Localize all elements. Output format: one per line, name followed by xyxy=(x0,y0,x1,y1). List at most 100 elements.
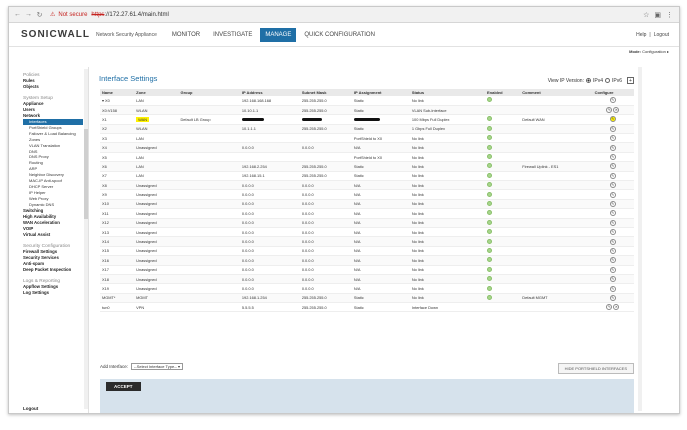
enabled-icon[interactable] xyxy=(486,276,492,282)
table-row[interactable]: X10 Unassigned 0.0.0.0 0.0.0.0 N/A No link ✎ xyxy=(100,199,634,210)
table-row[interactable]: X8 Unassigned 0.0.0.0 0.0.0.0 N/A No link ✎ xyxy=(100,180,634,191)
enabled-icon[interactable] xyxy=(486,182,492,188)
table-row[interactable]: X1 WAN Default LB Group 100 Mbps Full Duple… xyxy=(100,114,634,125)
nav-manage[interactable]: MANAGE xyxy=(260,27,297,42)
table-row[interactable]: X19 Unassigned 0.0.0.0 0.0.0.0 N/A No link ✎ xyxy=(100,283,634,294)
edit-icon[interactable]: ✎ xyxy=(609,144,616,151)
enabled-icon[interactable] xyxy=(486,144,492,150)
table-row[interactable]: X7 LAN 192.168.15.1 255.255.255.0 Static No l… xyxy=(100,171,634,182)
mode-value[interactable]: Configuration ▸ xyxy=(642,49,669,54)
edit-icon[interactable]: ✎ xyxy=(606,107,613,114)
enabled-icon[interactable] xyxy=(486,229,492,235)
edit-icon[interactable]: ✎ xyxy=(609,210,616,217)
forward-icon[interactable]: → xyxy=(24,10,33,19)
menu-icon[interactable]: ⋮ xyxy=(666,11,673,19)
column-header[interactable]: Name xyxy=(100,89,135,96)
table-row[interactable]: X4 Unassigned 0.0.0.0 0.0.0.0 N/A No link ✎ xyxy=(100,142,634,153)
edit-icon[interactable]: ✎ xyxy=(609,125,616,132)
table-row[interactable]: X6 LAN 192.168.2.254 255.255.255.0 Static No … xyxy=(100,161,634,172)
back-icon[interactable]: ← xyxy=(13,10,22,19)
edit-icon[interactable]: ✎ xyxy=(606,304,613,311)
table-row[interactable]: X5 LAN PortShield to X0 No link ✎ xyxy=(100,152,634,163)
enabled-icon[interactable] xyxy=(486,247,492,253)
edit-icon[interactable]: ✎ xyxy=(609,266,616,273)
column-header[interactable]: Enabled xyxy=(484,89,521,96)
enabled-icon[interactable] xyxy=(486,97,492,103)
help-link[interactable]: Help xyxy=(636,32,646,38)
url-path[interactable]: ://172.27.61.4/main.html xyxy=(104,12,168,18)
enabled-icon[interactable] xyxy=(486,135,492,141)
nav-monitor[interactable]: MONITOR xyxy=(167,28,205,42)
sidebar-scroll-thumb[interactable] xyxy=(84,129,88,219)
interface-type-select[interactable]: --Select Interface Type-- ▾ xyxy=(131,363,183,370)
edit-icon[interactable]: ✎ xyxy=(609,219,616,226)
edit-icon[interactable]: ✎ xyxy=(609,200,616,207)
column-header[interactable]: IP Address xyxy=(239,89,300,96)
table-row[interactable]: X2 WLAN 10.1.1.1 255.255.255.0 Static 1 Gbps … xyxy=(100,124,634,135)
table-row[interactable]: X17 Unassigned 0.0.0.0 0.0.0.0 N/A No link ✎ xyxy=(100,265,634,275)
edit-icon[interactable]: ✎ xyxy=(609,238,616,245)
edit-icon[interactable]: ✎ xyxy=(609,247,616,254)
table-row[interactable]: X3 LAN PortShield to X0 No link ✎ xyxy=(100,133,634,144)
delete-icon[interactable]: ✕ xyxy=(613,107,620,114)
table-row[interactable]: ▾ X0 LAN 192.168.168.168 255.255.255.0 Stati… xyxy=(100,96,634,106)
table-row[interactable]: X11 Unassigned 0.0.0.0 0.0.0.0 N/A No link ✎ xyxy=(100,208,634,219)
edit-icon[interactable]: ✎ xyxy=(609,163,616,170)
table-row[interactable]: X13 Unassigned 0.0.0.0 0.0.0.0 N/A No link ✎ xyxy=(100,227,634,238)
table-row[interactable]: tun0 VPN 5.5.5.5 255.255.255.0 Static Interfa… xyxy=(100,302,634,313)
ipv6-radio[interactable] xyxy=(604,78,610,83)
column-header[interactable]: IP Assignment xyxy=(351,89,410,96)
edit-icon[interactable]: ✎ xyxy=(609,154,616,161)
edit-icon[interactable]: ✎ xyxy=(609,229,616,236)
column-header[interactable]: Zone xyxy=(134,89,179,96)
add-icon[interactable]: + xyxy=(627,77,634,84)
table-row[interactable]: X0:V158 WLAN 10.10.1.1 255.255.255.0 Static V… xyxy=(100,105,634,116)
edit-icon[interactable]: ✎ xyxy=(609,135,616,142)
table-row[interactable]: X18 Unassigned 0.0.0.0 0.0.0.0 N/A No link ✎ xyxy=(100,274,634,285)
star-icon[interactable]: ☆ xyxy=(643,11,649,19)
ipv4-radio[interactable] xyxy=(585,78,591,83)
reload-icon[interactable]: ↻ xyxy=(35,10,44,19)
edit-icon[interactable]: ✎ xyxy=(609,172,616,179)
nav-investigate[interactable]: INVESTIGATE xyxy=(208,28,257,42)
accept-button[interactable]: ACCEPT xyxy=(106,382,141,391)
sidebar-scrollbar[interactable] xyxy=(84,69,88,409)
sidebar-item[interactable]: Deep Packet Inspection xyxy=(23,267,88,273)
enabled-icon[interactable] xyxy=(486,219,492,225)
logout-link[interactable]: Logout xyxy=(654,32,669,38)
table-row[interactable]: X14 Unassigned 0.0.0.0 0.0.0.0 N/A No link ✎ xyxy=(100,236,634,247)
sidebar-item[interactable]: Virtual Assist xyxy=(23,232,88,238)
table-row[interactable]: X15 Unassigned 0.0.0.0 0.0.0.0 N/A No link ✎ xyxy=(100,246,634,257)
edit-icon[interactable]: ✎ xyxy=(609,97,616,104)
main-scrollbar[interactable] xyxy=(638,67,642,411)
enabled-icon[interactable] xyxy=(486,257,492,263)
enabled-icon[interactable] xyxy=(486,116,492,122)
column-header[interactable]: Configure xyxy=(592,89,634,96)
edit-icon[interactable]: ✎ xyxy=(609,276,616,283)
sidebar-logout[interactable]: Logout xyxy=(23,406,38,411)
enabled-icon[interactable] xyxy=(486,191,492,197)
extension-icon[interactable]: ▣ xyxy=(654,11,661,19)
enabled-icon[interactable] xyxy=(486,238,492,244)
edit-icon[interactable]: ✎ xyxy=(609,116,616,123)
enabled-icon[interactable] xyxy=(486,163,492,169)
column-header[interactable]: Subnet Mask xyxy=(299,89,352,96)
sidebar-item[interactable]: Log Settings xyxy=(23,290,88,296)
edit-icon[interactable]: ✎ xyxy=(609,285,616,292)
url-scheme[interactable]: https xyxy=(91,12,104,18)
enabled-icon[interactable] xyxy=(486,154,492,160)
enabled-icon[interactable] xyxy=(486,294,492,300)
column-header[interactable]: Comment xyxy=(520,89,593,96)
edit-icon[interactable]: ✎ xyxy=(609,191,616,198)
edit-icon[interactable]: ✎ xyxy=(609,182,616,189)
table-row[interactable]: X12 Unassigned 0.0.0.0 0.0.0.0 N/A No link ✎ xyxy=(100,218,634,228)
enabled-icon[interactable] xyxy=(486,285,492,291)
enabled-icon[interactable] xyxy=(486,125,492,131)
nav-quick-configuration[interactable]: QUICK CONFIGURATION xyxy=(299,28,380,42)
edit-icon[interactable]: ✎ xyxy=(609,294,616,301)
enabled-icon[interactable] xyxy=(486,200,492,206)
table-row[interactable]: X9 Unassigned 0.0.0.0 0.0.0.0 N/A No link ✎ xyxy=(100,189,634,200)
table-row[interactable]: MGMT* MGMT 192.168.1.254 255.255.255.0 Stati… xyxy=(100,293,634,304)
table-row[interactable]: X16 Unassigned 0.0.0.0 0.0.0.0 N/A No link ✎ xyxy=(100,255,634,266)
edit-icon[interactable]: ✎ xyxy=(609,257,616,264)
